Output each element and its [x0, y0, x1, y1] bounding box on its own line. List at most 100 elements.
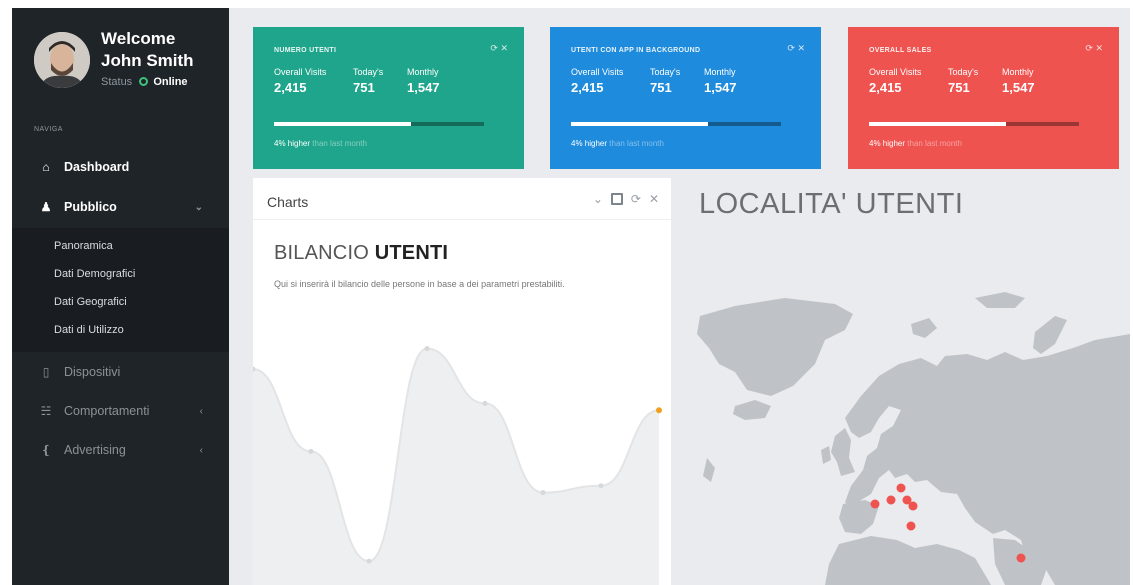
metric-todays: Today's 751	[650, 67, 680, 95]
sidebar-item-dispositivi[interactable]: ▯ Dispositivi	[12, 354, 229, 390]
landmass-arctic-islands	[975, 292, 1025, 308]
sidebar-item-pubblico[interactable]: ♟ Pubblico ⌄	[12, 189, 229, 225]
welcome-text: Welcome	[101, 29, 176, 48]
card-tools: ⟳ ✕	[1085, 43, 1103, 54]
footer-muted: than last month	[609, 139, 664, 148]
map-marker	[908, 501, 918, 511]
map-marker	[896, 483, 906, 493]
landmass-svalbard	[911, 318, 937, 338]
progress-fill	[571, 122, 708, 126]
bilancio-chart	[253, 346, 662, 585]
map-title: LOCALITA' UTENTI	[699, 188, 964, 220]
landmass-novaya-zemlya	[1033, 316, 1067, 354]
metric-monthly: Monthly 1,547	[704, 67, 737, 95]
chart-description: Qui si inserirà il bilancio delle person…	[274, 279, 565, 289]
user-name: John Smith	[101, 51, 194, 70]
map-marker	[886, 495, 896, 505]
landmass-ireland	[821, 446, 831, 464]
metric-value: 2,415	[571, 80, 604, 95]
refresh-icon[interactable]: ⟳	[490, 43, 498, 53]
metric-monthly: Monthly 1,547	[1002, 67, 1035, 95]
app-frame: Welcome John Smith Status Online NAVIGA …	[12, 8, 1130, 585]
submenu-item-dati-demografici[interactable]: Dati Demografici	[54, 268, 135, 280]
metric-value: 2,415	[274, 80, 307, 95]
home-icon: ⌂	[42, 160, 50, 174]
submenu-item-panoramica[interactable]: Panoramica	[54, 240, 113, 252]
submenu-item-dati-geografici[interactable]: Dati Geografici	[54, 296, 127, 308]
map-marker	[870, 499, 880, 509]
sidebar-item-label: Advertising	[64, 443, 126, 457]
status-value: Online	[153, 76, 188, 88]
stat-card-overall-sales: OVERALL SALES ⟳ ✕ Overall Visits 2,415 To…	[848, 27, 1119, 169]
close-icon[interactable]: ✕	[500, 43, 508, 53]
refresh-icon[interactable]: ⟳	[631, 192, 641, 206]
stat-card-utenti-background: UTENTI CON APP IN BACKGROUND ⟳ ✕ Overall…	[550, 27, 821, 169]
footer-strong: 4% higher	[571, 139, 608, 148]
close-icon[interactable]: ✕	[1095, 43, 1103, 53]
chart-point	[424, 346, 430, 352]
metric-overall-visits: Overall Visits 2,415	[869, 67, 921, 95]
metric-label: Overall Visits	[571, 67, 624, 77]
user-locations-map	[697, 292, 1130, 585]
metric-monthly: Monthly 1,547	[407, 67, 440, 95]
submenu-pubblico: Panoramica Dati Demografici Dati Geograf…	[12, 228, 229, 352]
user-status: Status Online	[101, 76, 188, 88]
metric-overall-visits: Overall Visits 2,415	[571, 67, 623, 95]
sidebar-item-comportamenti[interactable]: ☵ Comportamenti ‹	[12, 393, 229, 429]
chart-heading-light: BILANCIO	[274, 242, 369, 264]
sidebar: Welcome John Smith Status Online NAVIGA …	[12, 8, 229, 585]
card-footer: 4% higher than last month	[274, 139, 367, 148]
online-status-icon	[139, 77, 149, 86]
map-marker	[906, 521, 916, 531]
metric-value: 1,547	[407, 80, 440, 95]
collapse-icon[interactable]: ⌄	[593, 192, 603, 206]
close-icon[interactable]: ✕	[649, 192, 659, 206]
card-tools: ⟳ ✕	[490, 43, 508, 54]
progress-fill	[869, 122, 1006, 126]
card-tools: ⟳ ✕	[787, 43, 805, 54]
sidebar-item-label: Dispositivi	[64, 365, 121, 379]
charts-panel-tools: ⌄ ⟳ ✕	[593, 192, 659, 206]
sidebar-item-dashboard[interactable]: ⌂ Dashboard	[12, 149, 229, 185]
metric-value: 2,415	[869, 80, 902, 95]
sidebar-item-advertising[interactable]: ❴ Advertising ‹	[12, 432, 229, 468]
metric-label: Overall Visits	[274, 67, 327, 77]
refresh-icon[interactable]: ⟳	[787, 43, 795, 53]
metric-label: Today's	[650, 67, 681, 77]
user-profile: Welcome John Smith Status Online	[34, 28, 224, 98]
chevron-down-icon: ⌄	[194, 201, 203, 213]
landmass-africa	[825, 536, 991, 585]
progress-fill	[274, 122, 411, 126]
chevron-left-icon: ‹	[199, 405, 203, 417]
sidebar-item-label: Pubblico	[64, 200, 117, 214]
users-icon: ♟	[40, 200, 52, 214]
nav-heading: NAVIGA	[34, 126, 63, 133]
card-title: UTENTI CON APP IN BACKGROUND	[571, 47, 701, 54]
progress-bar	[869, 122, 1079, 126]
progress-bar	[571, 122, 781, 126]
chart-point	[598, 483, 604, 489]
metric-label: Monthly	[704, 67, 736, 77]
sidebar-item-label: Comportamenti	[64, 404, 150, 418]
maximize-icon[interactable]	[610, 193, 623, 205]
status-label: Status	[101, 76, 133, 88]
chart-point	[656, 407, 662, 414]
chart-point	[482, 400, 488, 406]
metric-label: Overall Visits	[869, 67, 922, 77]
metric-value: 1,547	[704, 80, 737, 95]
progress-bar	[274, 122, 484, 126]
landmass-great-britain	[831, 428, 855, 476]
chart-heading-bold: UTENTI	[374, 242, 449, 264]
avatar[interactable]	[34, 32, 90, 88]
chevron-left-icon: ‹	[199, 444, 203, 456]
metric-value: 751	[353, 80, 375, 95]
metric-value: 1,547	[1002, 80, 1035, 95]
metric-todays: Today's 751	[353, 67, 383, 95]
refresh-icon[interactable]: ⟳	[1085, 43, 1093, 53]
submenu-item-dati-di-utilizzo[interactable]: Dati di Utilizzo	[54, 324, 124, 336]
footer-muted: than last month	[312, 139, 367, 148]
close-icon[interactable]: ✕	[797, 43, 805, 53]
sitemap-icon: ☵	[40, 404, 52, 418]
card-title: NUMERO UTENTI	[274, 47, 337, 54]
landmass-canada	[703, 458, 715, 482]
